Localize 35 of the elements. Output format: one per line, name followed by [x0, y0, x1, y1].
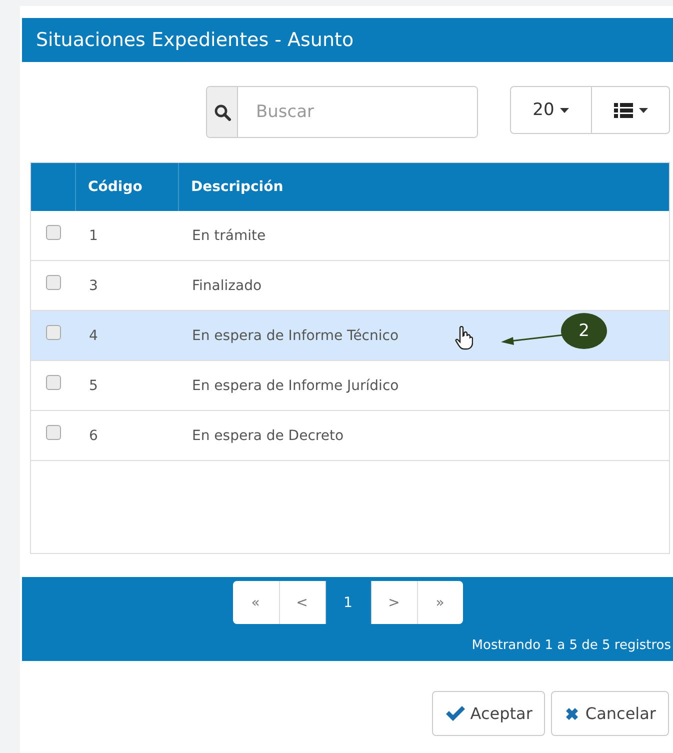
- page-button[interactable]: »: [416, 581, 462, 624]
- search-field[interactable]: Buscar: [206, 86, 478, 138]
- hand-cursor-icon: [455, 326, 473, 350]
- row-checkbox[interactable]: [46, 275, 60, 290]
- page-button[interactable]: <: [278, 581, 324, 624]
- records-summary: Mostrando 1 a 5 de 5 registros: [472, 638, 671, 653]
- dialog-title: Situaciones Expedientes - Asunto: [22, 18, 673, 62]
- search-icon: [214, 104, 230, 120]
- code-cell: 6: [89, 428, 98, 444]
- code-cell: 5: [89, 378, 98, 394]
- columns-dropdown[interactable]: [592, 86, 670, 134]
- page-button[interactable]: «: [232, 581, 278, 624]
- caret-icon: [638, 108, 648, 112]
- step-number-badge: 2: [561, 313, 607, 349]
- description-cell: En espera de Decreto: [192, 428, 344, 444]
- description-cell: En trámite: [192, 228, 266, 244]
- description-cell: En espera de Informe Jurídico: [192, 378, 399, 394]
- close-icon: [564, 706, 580, 722]
- description-cell: En espera de Informe Técnico: [192, 328, 399, 344]
- description-cell: Finalizado: [192, 278, 262, 294]
- row-checkbox[interactable]: [46, 425, 60, 440]
- check-icon: [445, 705, 466, 722]
- code-cell: 1: [89, 228, 98, 244]
- caret-icon: [560, 108, 570, 112]
- row-checkbox[interactable]: [46, 375, 60, 390]
- cancel-button[interactable]: Cancelar: [551, 691, 669, 736]
- page-button[interactable]: >: [370, 581, 416, 624]
- code-cell: 3: [89, 278, 98, 294]
- list-icon: [614, 102, 632, 118]
- accept-button[interactable]: Aceptar: [432, 691, 546, 736]
- row-checkbox[interactable]: [46, 325, 60, 340]
- row-checkbox[interactable]: [46, 225, 60, 240]
- page-size-dropdown[interactable]: 20: [510, 86, 592, 134]
- table-row[interactable]: 4 En espera de Informe Técnico 2: [31, 311, 669, 361]
- code-cell: 4: [89, 328, 98, 344]
